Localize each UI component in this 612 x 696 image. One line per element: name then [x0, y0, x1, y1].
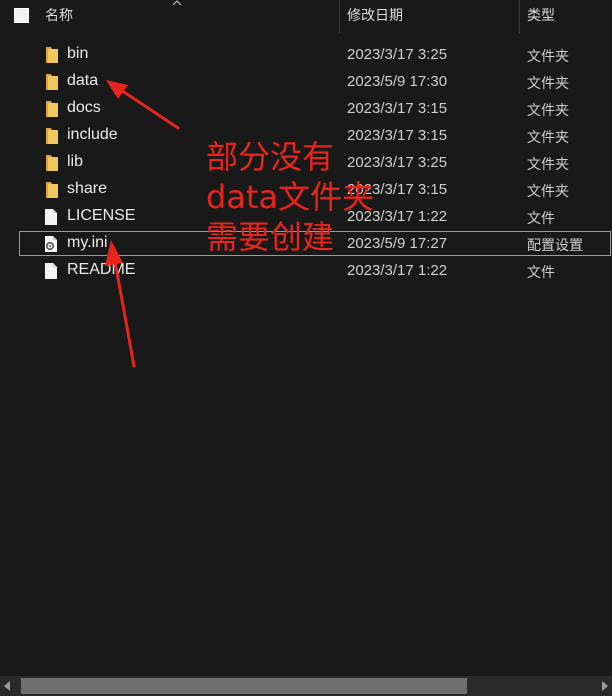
folder-icon — [46, 74, 58, 90]
folder-icon — [46, 101, 58, 117]
sort-ascending-icon — [172, 0, 182, 6]
file-explorer: 名称 修改日期 类型 bin 2023/3/17 3:25 文件夹 data 2… — [0, 0, 612, 696]
file-row[interactable]: bin 2023/3/17 3:25 文件夹 — [0, 41, 612, 68]
folder-icon — [46, 128, 58, 144]
file-name: docs — [67, 99, 101, 116]
annotation-line: data文件夹 — [206, 178, 375, 216]
file-name: my.ini — [67, 234, 108, 251]
file-type: 文件 — [527, 211, 555, 227]
file-type: 文件 — [527, 265, 555, 281]
horizontal-scrollbar[interactable] — [0, 676, 612, 696]
select-all-checkbox[interactable] — [14, 8, 29, 23]
annotation-text: 部分没有 data文件夹 需要创建 — [206, 137, 374, 257]
file-type: 文件夹 — [527, 103, 569, 119]
folder-icon — [46, 182, 58, 198]
file-date-modified: 2023/3/17 3:15 — [347, 100, 448, 117]
file-icon — [45, 263, 57, 279]
file-name: LICENSE — [67, 207, 136, 224]
column-header-bar: 名称 修改日期 类型 — [0, 0, 612, 33]
file-icon — [45, 209, 57, 225]
file-row[interactable]: docs 2023/3/17 3:15 文件夹 — [0, 95, 612, 122]
file-type: 文件夹 — [527, 130, 569, 146]
scroll-right-arrow-icon[interactable] — [602, 681, 608, 691]
file-name: data — [67, 72, 99, 89]
column-header-name[interactable]: 名称 — [45, 0, 73, 33]
file-name: include — [67, 126, 118, 143]
annotation-line: 部分没有 — [206, 138, 335, 176]
file-type: 配置设置 — [527, 238, 583, 254]
file-date-modified: 2023/3/17 3:25 — [347, 46, 448, 63]
column-divider[interactable] — [519, 0, 520, 33]
file-date-modified: 2023/3/17 1:22 — [347, 262, 448, 279]
file-type: 文件夹 — [527, 184, 569, 200]
file-name: share — [67, 180, 108, 197]
file-type: 文件夹 — [527, 157, 569, 173]
column-divider[interactable] — [339, 0, 340, 33]
file-name: lib — [67, 153, 84, 170]
annotation-line: 需要创建 — [206, 218, 335, 256]
scroll-left-arrow-icon[interactable] — [4, 681, 10, 691]
file-row[interactable]: README 2023/3/17 1:22 文件 — [0, 257, 612, 284]
file-type: 文件夹 — [527, 49, 569, 65]
file-name: bin — [67, 45, 89, 62]
file-type: 文件夹 — [527, 76, 569, 92]
column-header-date-modified[interactable]: 修改日期 — [347, 0, 403, 33]
column-header-type[interactable]: 类型 — [527, 0, 555, 33]
settings-file-icon — [45, 236, 57, 252]
folder-icon — [46, 47, 58, 63]
file-name: README — [67, 261, 136, 278]
folder-icon — [46, 155, 58, 171]
scrollbar-thumb[interactable] — [21, 678, 467, 694]
file-date-modified: 2023/5/9 17:30 — [347, 73, 448, 90]
file-row[interactable]: data 2023/5/9 17:30 文件夹 — [0, 68, 612, 95]
